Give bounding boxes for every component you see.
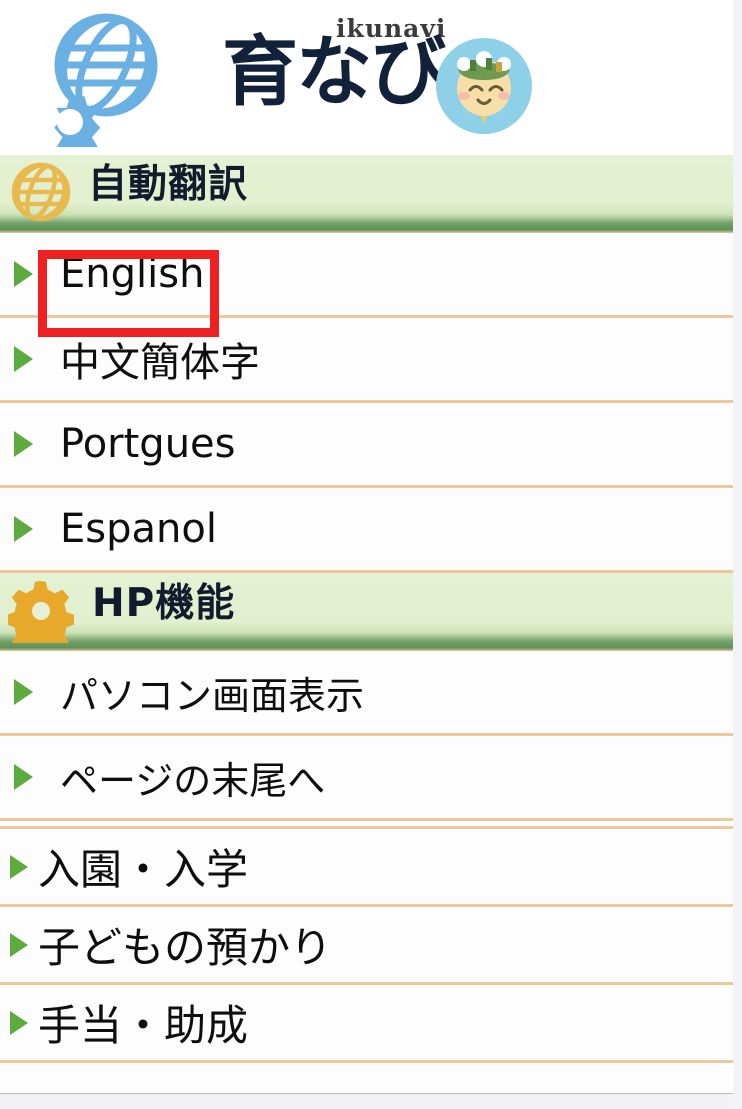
site-header: ikunavi 育なび	[0, 0, 742, 160]
triangle-right-icon	[10, 854, 28, 879]
gear-icon	[7, 577, 74, 651]
menu-item-label: ページの末尾へ	[60, 758, 326, 803]
site-logo[interactable]: ikunavi 育なび	[212, 12, 532, 142]
menu-item-pc-view[interactable]: パソコン画面表示	[0, 651, 742, 736]
menu-item-label: 中文簡体字	[60, 340, 260, 386]
triangle-right-icon	[14, 261, 33, 287]
bottom-strip	[0, 1093, 742, 1109]
menu-item-label: English	[60, 251, 205, 297]
menu-item-spanish[interactable]: Espanol	[0, 488, 742, 573]
globe-gear-icon	[14, 12, 174, 160]
menu-item-label: パソコン画面表示	[60, 673, 365, 718]
triangle-right-icon	[14, 346, 33, 372]
logo-kanji: 育なび	[222, 27, 446, 116]
menu-item-enrollment[interactable]: 入園・入学	[0, 829, 742, 907]
triangle-right-icon	[10, 932, 28, 957]
section-title: 自動翻訳	[88, 162, 249, 207]
triangle-right-icon	[10, 1010, 28, 1035]
menu-item-label: Portgues	[60, 421, 236, 467]
menu-item-chinese-simplified[interactable]: 中文簡体字	[0, 318, 742, 403]
menu-item-label: 入園・入学	[38, 845, 249, 894]
menu-item-english[interactable]: English	[0, 233, 742, 318]
menu-item-label: Espanol	[60, 506, 217, 552]
section-header-hp-function: HP機能	[0, 573, 742, 651]
menu-item-go-to-page-bottom[interactable]: ページの末尾へ	[0, 736, 742, 821]
menu-item-allowance-subsidy[interactable]: 手当・助成	[0, 985, 742, 1063]
baby-face-icon	[434, 36, 534, 136]
menu-item-label: 手当・助成	[38, 1001, 249, 1050]
menu-item-portuguese[interactable]: Portgues	[0, 403, 742, 488]
triangle-right-icon	[14, 516, 33, 542]
group-divider	[0, 821, 742, 829]
triangle-right-icon	[14, 764, 33, 790]
triangle-right-icon	[14, 431, 33, 457]
section-header-auto-translate: 自動翻訳	[0, 155, 742, 233]
triangle-right-icon	[14, 679, 33, 705]
vertical-scrollbar[interactable]	[733, 0, 742, 1109]
mobile-page: ikunavi 育なび 自動翻訳 English 中文簡体字 Portgues …	[0, 0, 742, 1109]
menu-item-childcare[interactable]: 子どもの預かり	[0, 907, 742, 985]
section-title: HP機能	[92, 581, 236, 626]
globe-icon	[8, 159, 74, 225]
menu-item-label: 子どもの預かり	[38, 923, 333, 972]
